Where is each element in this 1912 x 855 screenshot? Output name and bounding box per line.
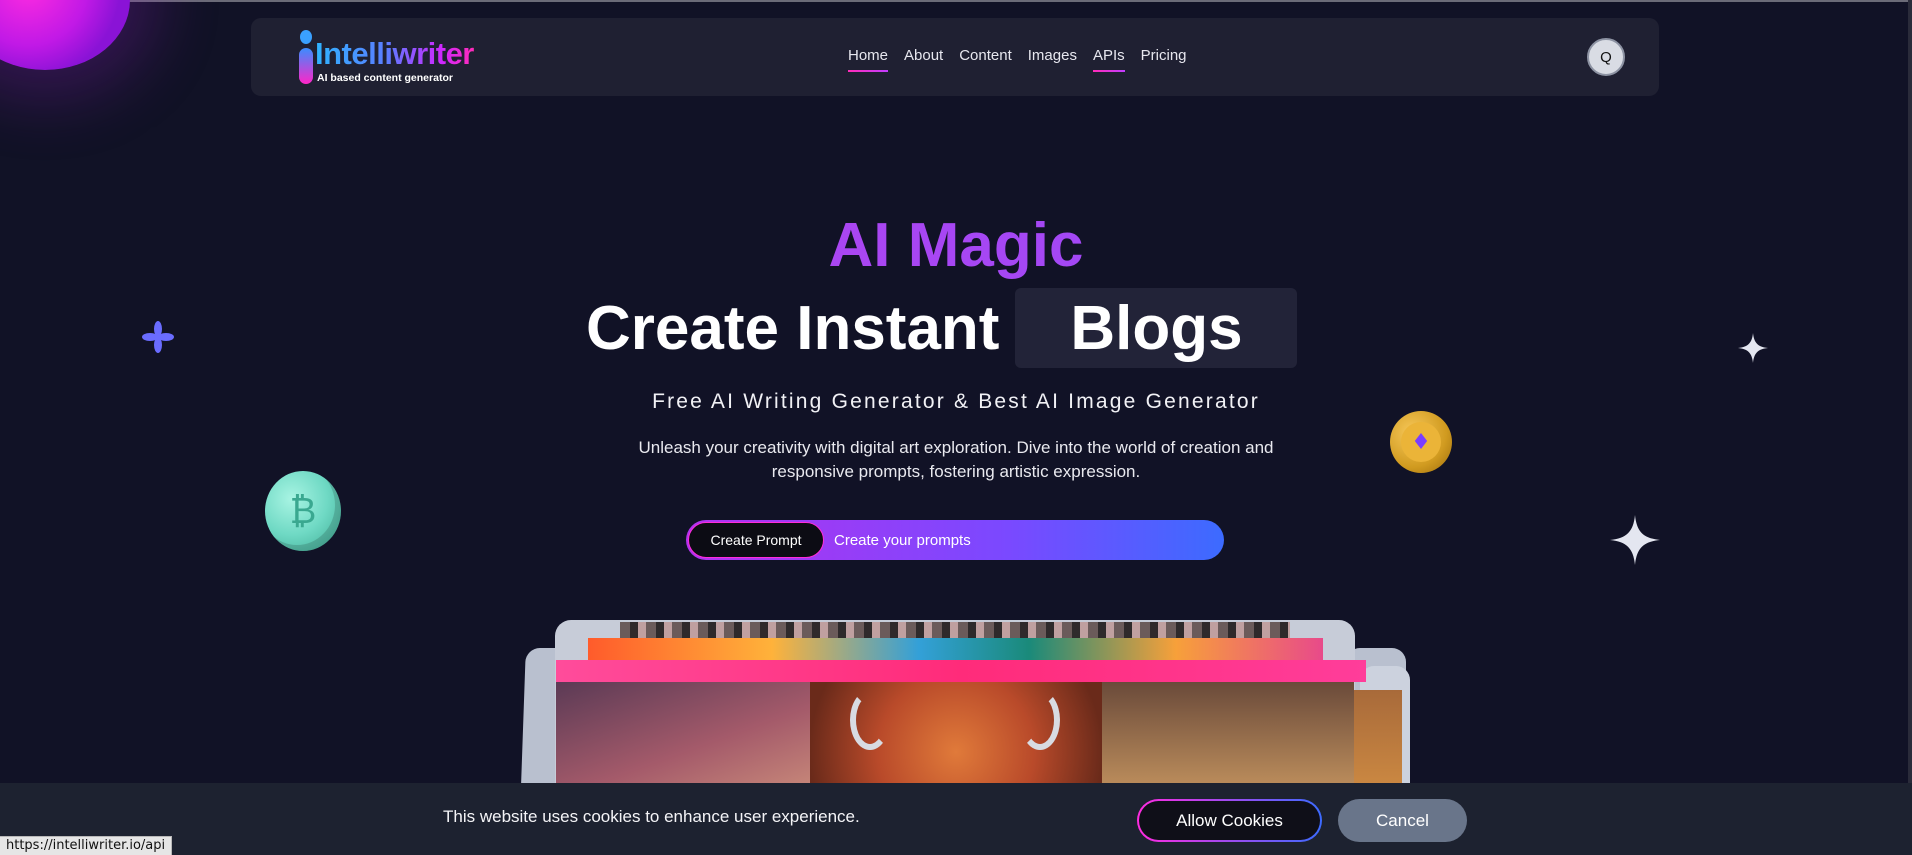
gallery-image [556,660,1366,682]
hero-title-row: Create Instant Blogs [586,288,1298,368]
scrollbar[interactable] [1908,0,1912,855]
cookie-banner: This website uses cookies to enhance use… [0,783,1912,855]
hero-kicker: AI Magic [0,210,1912,281]
star-sparkle-icon [1738,333,1768,363]
navbar: Intelliwriter AI based content generator… [251,18,1659,96]
search-button[interactable]: Q [1587,38,1625,76]
cookie-message: This website uses cookies to enhance use… [443,807,860,826]
hero-subtitle: Free AI Writing Generator & Best AI Imag… [652,390,1260,413]
hero-description: Unleash your creativity with digital art… [638,438,1274,481]
star-sparkle-icon [1610,515,1660,565]
hero-rotating-word: Blogs [1015,288,1298,368]
create-prompt-button[interactable]: Create Prompt [688,522,824,558]
nav-item-about[interactable]: About [904,47,943,72]
ethereum-symbol: ♦ [1401,422,1441,462]
window-top-border [0,0,1912,2]
prompt-input[interactable] [834,520,1214,560]
nav-item-pricing[interactable]: Pricing [1141,47,1187,72]
brand-name: Intelliwriter [315,36,474,71]
brand-tagline: AI based content generator [317,72,453,84]
ethereum-coin-icon: ♦ [1390,411,1452,473]
status-bar-url: https://intelliwriter.io/api [0,836,173,855]
bull-horn-shape [850,690,890,750]
prompt-bar: Create Prompt [686,520,1224,560]
flower-sparkle-icon [142,321,174,353]
nav-item-content[interactable]: Content [959,47,1012,72]
nav-item-apis[interactable]: APIs [1092,47,1125,72]
main-nav: Home About Content Images APIs Pricing [848,47,1187,72]
hero-title: Create Instant [586,293,1000,363]
bull-horn-shape [1020,690,1060,750]
decorative-orb [0,0,130,70]
search-icon: Q [1600,48,1612,66]
nav-item-home[interactable]: Home [848,47,889,72]
logo-mark-icon [299,30,313,86]
brand-logo[interactable]: Intelliwriter AI based content generator [299,30,489,88]
nav-item-images[interactable]: Images [1028,47,1077,72]
cancel-cookies-button[interactable]: Cancel [1338,799,1467,842]
allow-cookies-button[interactable]: Allow Cookies [1137,799,1322,842]
bitcoin-coin-icon: ₿ [265,471,341,551]
